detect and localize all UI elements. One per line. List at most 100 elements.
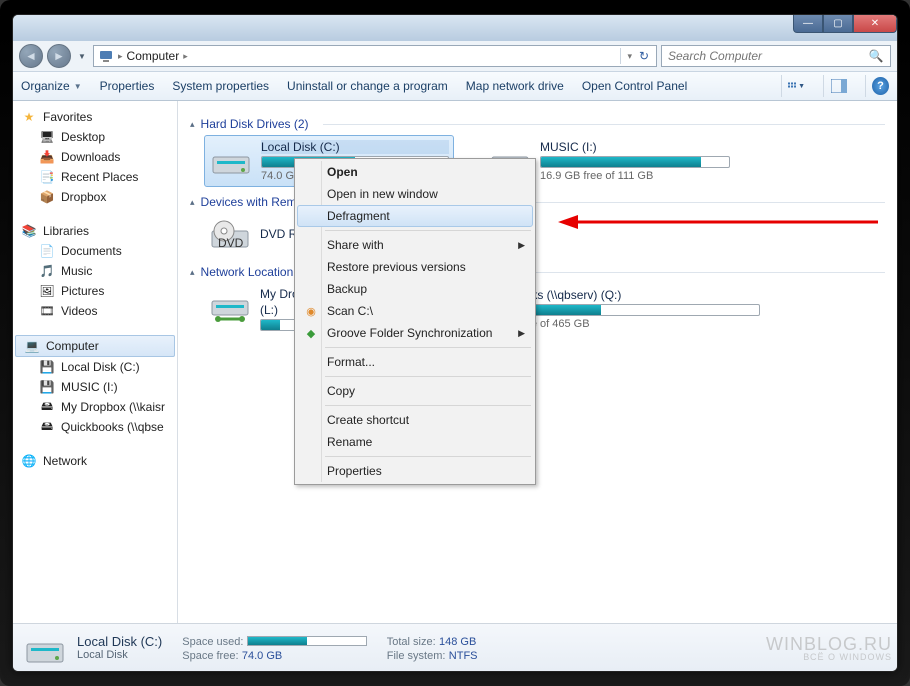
ctx-copy[interactable]: Copy: [297, 380, 533, 402]
capacity-bar: [247, 636, 367, 646]
status-disk-subtitle: Local Disk: [77, 649, 162, 661]
collapse-icon: ▴: [190, 197, 195, 208]
sidebar-item-videos[interactable]: 🎞Videos: [13, 301, 177, 321]
sidebar-item-quickbooks[interactable]: 🖴Quickbooks (\\qbse: [13, 417, 177, 437]
disk-icon: [23, 628, 67, 668]
favorites-group[interactable]: ★Favorites: [13, 107, 177, 127]
separator: [325, 405, 531, 406]
command-toolbar: Organize ▼ Properties System properties …: [13, 71, 897, 101]
organize-menu[interactable]: Organize ▼: [21, 79, 82, 93]
breadcrumb-sep-icon: ▸: [118, 51, 123, 62]
capacity-bar: [518, 304, 760, 316]
netdrive-icon: [208, 291, 252, 327]
total-size-label: Total size:: [387, 636, 436, 648]
system-properties-button[interactable]: System properties: [172, 79, 269, 93]
ctx-backup[interactable]: Backup: [297, 278, 533, 300]
sidebar-item-documents[interactable]: 📄Documents: [13, 241, 177, 261]
control-panel-button[interactable]: Open Control Panel: [582, 79, 687, 93]
navigation-bar: ◄ ► ▼ ▸ Computer ▸ ▾ ↻ 🔍: [13, 41, 897, 71]
ctx-open-new-window[interactable]: Open in new window: [297, 183, 533, 205]
filesystem-label: File system:: [387, 650, 446, 662]
disk-icon: 💾: [39, 379, 55, 395]
space-used-label: Space used:: [182, 636, 243, 648]
back-button[interactable]: ◄: [19, 44, 43, 68]
drive-quickbooks[interactable]: ooks (\\qbserv) (Q:) free of 465 GB: [514, 283, 764, 335]
drive-name: MUSIC (I:): [540, 140, 730, 154]
dropbox-icon: 📦: [39, 189, 55, 205]
window-controls: — ▢ ✕: [793, 15, 897, 33]
preview-pane-button[interactable]: [823, 75, 847, 97]
libraries-group[interactable]: 📚Libraries: [13, 221, 177, 241]
collapse-icon: ▴: [190, 267, 195, 278]
dvd-icon: DVD: [208, 217, 252, 253]
pictures-icon: 🖼: [39, 283, 55, 299]
sidebar-item-pictures[interactable]: 🖼Pictures: [13, 281, 177, 301]
computer-icon: [98, 48, 114, 64]
ctx-share-with[interactable]: Share with▶: [297, 234, 533, 256]
disk-icon: 💾: [39, 359, 55, 375]
netdrive-icon: 🖴: [39, 399, 55, 415]
refresh-icon[interactable]: ↻: [636, 48, 652, 64]
maximize-button[interactable]: ▢: [823, 15, 853, 33]
libraries-icon: 📚: [21, 223, 37, 239]
context-menu: Open Open in new window Defragment Share…: [294, 158, 536, 485]
netdrive-icon: 🖴: [39, 419, 55, 435]
address-bar[interactable]: ▸ Computer ▸ ▾ ↻: [93, 45, 657, 67]
nav-history-dropdown[interactable]: ▼: [75, 44, 89, 68]
help-icon: ?: [872, 77, 889, 95]
map-drive-button[interactable]: Map network drive: [466, 79, 564, 93]
close-button[interactable]: ✕: [853, 15, 897, 33]
recent-icon: 📑: [39, 169, 55, 185]
help-button[interactable]: ?: [865, 75, 889, 97]
dropdown-icon[interactable]: ▾: [627, 51, 632, 62]
breadcrumb-computer[interactable]: Computer: [127, 49, 180, 63]
search-input[interactable]: [668, 49, 868, 63]
uninstall-button[interactable]: Uninstall or change a program: [287, 79, 448, 93]
ctx-defragment[interactable]: Defragment: [297, 205, 533, 227]
forward-button[interactable]: ►: [47, 44, 71, 68]
annotation-arrow: [558, 213, 878, 231]
drive-free-label: free of 465 GB: [518, 318, 760, 330]
ctx-open[interactable]: Open: [297, 161, 533, 183]
music-icon: 🎵: [39, 263, 55, 279]
capacity-bar: [540, 156, 730, 168]
sidebar-item-music-i[interactable]: 💾MUSIC (I:): [13, 377, 177, 397]
sidebar-item-desktop[interactable]: 🖥Desktop: [13, 127, 177, 147]
ctx-groove-sync[interactable]: ◆Groove Folder Synchronization▶: [297, 322, 533, 344]
ctx-rename[interactable]: Rename: [297, 431, 533, 453]
separator: [325, 230, 531, 231]
submenu-arrow-icon: ▶: [518, 328, 525, 339]
network-group[interactable]: 🌐Network: [13, 451, 177, 471]
sidebar-item-downloads[interactable]: 📥Downloads: [13, 147, 177, 167]
separator: [325, 376, 531, 377]
ctx-properties[interactable]: Properties: [297, 460, 533, 482]
groove-icon: ◆: [303, 325, 319, 341]
drive-name: ooks (\\qbserv) (Q:): [518, 288, 760, 302]
sidebar-item-recent[interactable]: 📑Recent Places: [13, 167, 177, 187]
minimize-button[interactable]: —: [793, 15, 823, 33]
search-box[interactable]: 🔍: [661, 45, 891, 67]
sidebar-item-mydropbox[interactable]: 🖴My Dropbox (\\kaisr: [13, 397, 177, 417]
navigation-pane: ★Favorites 🖥Desktop 📥Downloads 📑Recent P…: [13, 101, 178, 623]
view-mode-button[interactable]: ▼: [781, 75, 805, 97]
section-hdd[interactable]: ▴Hard Disk Drives (2): [190, 117, 885, 131]
sidebar-item-dropbox[interactable]: 📦Dropbox: [13, 187, 177, 207]
total-size-value: 148 GB: [439, 636, 476, 648]
network-icon: 🌐: [21, 453, 37, 469]
videos-icon: 🎞: [39, 303, 55, 319]
details-pane: Local Disk (C:) Local Disk Space used: S…: [13, 623, 897, 671]
search-icon[interactable]: 🔍: [868, 48, 884, 64]
sidebar-item-localdisk-c[interactable]: 💾Local Disk (C:): [13, 357, 177, 377]
titlebar: — ▢ ✕: [13, 15, 897, 41]
sidebar-computer-group[interactable]: 💻Computer: [15, 335, 175, 357]
sidebar-item-music[interactable]: 🎵Music: [13, 261, 177, 281]
collapse-icon: ▴: [190, 119, 195, 130]
filesystem-value: NTFS: [449, 650, 478, 662]
status-disk-title: Local Disk (C:): [77, 634, 162, 649]
properties-button[interactable]: Properties: [100, 79, 155, 93]
ctx-format[interactable]: Format...: [297, 351, 533, 373]
separator: [325, 347, 531, 348]
ctx-restore-previous[interactable]: Restore previous versions: [297, 256, 533, 278]
ctx-scan[interactable]: ◉Scan C:\: [297, 300, 533, 322]
ctx-create-shortcut[interactable]: Create shortcut: [297, 409, 533, 431]
